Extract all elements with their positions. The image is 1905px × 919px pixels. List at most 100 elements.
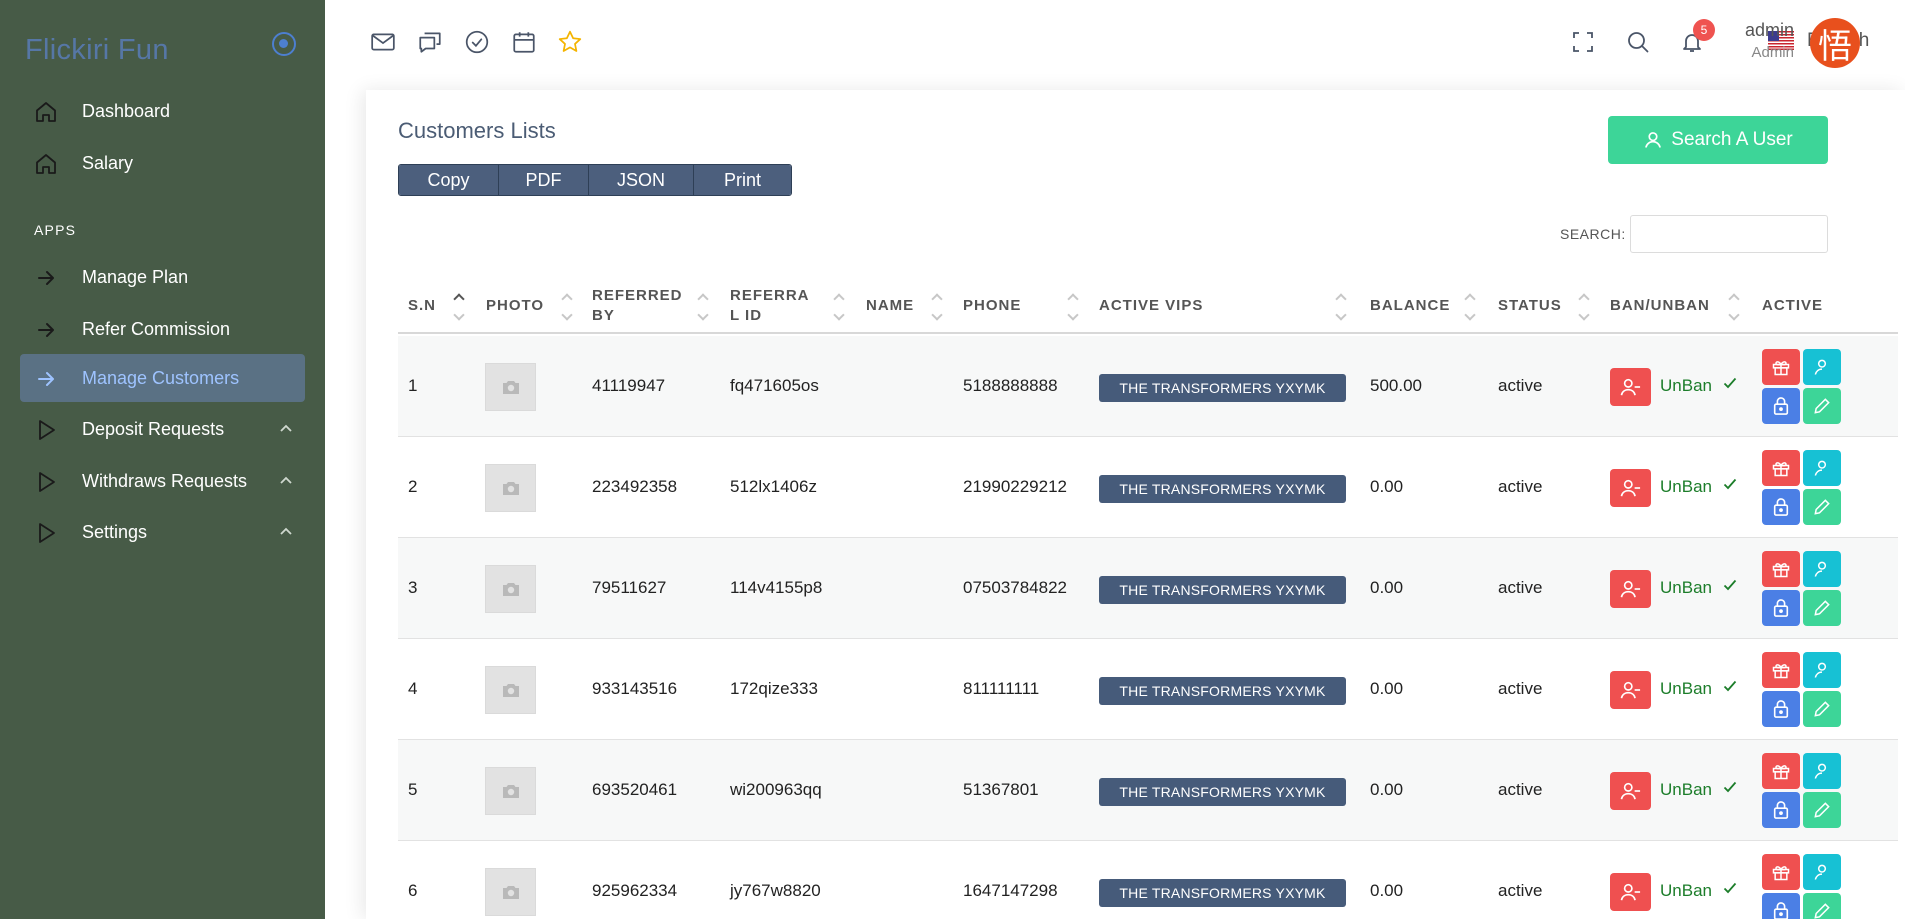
sort-icon[interactable] <box>834 292 844 322</box>
lock-button[interactable] <box>1762 489 1800 525</box>
header-sn[interactable]: S.N <box>408 278 436 334</box>
edit-button[interactable] <box>1803 691 1841 727</box>
copy-button[interactable]: Copy <box>399 165 499 195</box>
sort-icon[interactable] <box>698 292 708 322</box>
unban-link[interactable]: UnBan <box>1660 578 1737 598</box>
edit-button[interactable] <box>1803 590 1841 626</box>
gift-button[interactable] <box>1762 652 1800 688</box>
chat-icon[interactable] <box>417 29 443 55</box>
cell-referred-by: 223492358 <box>592 477 678 496</box>
chevron-up-icon[interactable] <box>279 475 293 485</box>
pencil-icon <box>1814 701 1830 717</box>
user-edit-button[interactable] <box>1803 753 1841 789</box>
ban-user-button[interactable] <box>1610 368 1651 406</box>
header-name[interactable]: NAME <box>866 278 914 334</box>
lock-button[interactable] <box>1762 590 1800 626</box>
sort-icon[interactable] <box>932 292 942 322</box>
sort-icon[interactable] <box>1579 292 1589 322</box>
header-phone[interactable]: PHONE <box>963 278 1021 334</box>
sort-icon[interactable] <box>562 292 572 322</box>
header-status[interactable]: STATUS <box>1498 278 1562 334</box>
edit-button[interactable] <box>1803 792 1841 828</box>
table-search-input[interactable] <box>1630 215 1828 253</box>
lock-button[interactable] <box>1762 388 1800 424</box>
gift-button[interactable] <box>1762 349 1800 385</box>
lock-button[interactable] <box>1762 691 1800 727</box>
ban-user-button[interactable] <box>1610 873 1651 911</box>
edit-button[interactable] <box>1803 489 1841 525</box>
sidebar-item-manage-plan[interactable]: Manage Plan <box>20 253 305 301</box>
user-edit-button[interactable] <box>1803 652 1841 688</box>
sidebar-toggle-icon[interactable] <box>272 32 296 56</box>
search-user-button[interactable]: Search A User <box>1608 116 1828 164</box>
unban-link[interactable]: UnBan <box>1660 679 1737 699</box>
header-referral-id[interactable]: REFERRA L ID <box>730 278 810 334</box>
unban-link[interactable]: UnBan <box>1660 881 1737 901</box>
ban-user-button[interactable] <box>1610 570 1651 608</box>
sidebar-section-label: APPS <box>34 222 77 238</box>
table-row: 1 41119947 fq471605os 5188888888 THE TRA… <box>398 336 1898 437</box>
unban-link[interactable]: UnBan <box>1660 780 1737 800</box>
header-active-vips[interactable]: ACTIVE VIPS <box>1099 278 1203 334</box>
ban-user-button[interactable] <box>1610 469 1651 507</box>
header-photo[interactable]: PHOTO <box>486 278 544 334</box>
sidebar-item-withdraws-requests[interactable]: Withdraws Requests <box>20 457 305 505</box>
print-button[interactable]: Print <box>694 165 791 195</box>
fullscreen-icon[interactable] <box>1571 30 1595 54</box>
check-icon <box>1723 377 1736 389</box>
ban-user-button[interactable] <box>1610 671 1651 709</box>
cell-sn: 6 <box>408 881 418 900</box>
sidebar-item-refer-commission[interactable]: Refer Commission <box>20 305 305 353</box>
cell-referral-id: wi200963qq <box>730 780 822 799</box>
sidebar-item-dashboard[interactable]: Dashboard <box>20 87 305 135</box>
gift-button[interactable] <box>1762 753 1800 789</box>
sort-icon[interactable] <box>1729 292 1739 322</box>
sort-icon[interactable] <box>454 292 464 322</box>
mail-icon[interactable] <box>370 29 396 55</box>
unban-link[interactable]: UnBan <box>1660 376 1737 396</box>
gift-icon <box>1772 664 1790 679</box>
header-ban-unban[interactable]: BAN/UNBAN <box>1610 278 1710 334</box>
cell-balance: 0.00 <box>1370 477 1404 496</box>
header-referred-by[interactable]: REFERRED BY <box>592 278 683 334</box>
sort-icon[interactable] <box>1465 292 1475 322</box>
brand-logo-text[interactable]: Flickiri Fun <box>25 34 169 67</box>
user-edit-button[interactable] <box>1803 854 1841 890</box>
sort-icon[interactable] <box>1336 292 1346 322</box>
header-balance[interactable]: BALANCE <box>1370 278 1450 334</box>
home-icon <box>36 102 56 122</box>
chevron-up-icon[interactable] <box>279 423 293 433</box>
unban-link[interactable]: UnBan <box>1660 477 1737 497</box>
user-name[interactable]: admin <box>1739 20 1794 41</box>
ban-user-button[interactable] <box>1610 772 1651 810</box>
calendar-icon[interactable] <box>511 29 537 55</box>
sidebar-item-salary[interactable]: Salary <box>20 139 305 187</box>
chevron-up-icon[interactable] <box>279 526 293 536</box>
sidebar-item-manage-customers[interactable]: Manage Customers <box>20 354 305 402</box>
edit-button[interactable] <box>1803 893 1841 919</box>
lock-button[interactable] <box>1762 792 1800 828</box>
header-active[interactable]: ACTIVE <box>1762 278 1823 334</box>
camera-icon <box>503 482 519 495</box>
edit-button[interactable] <box>1803 388 1841 424</box>
pdf-button[interactable]: PDF <box>499 165 589 195</box>
cell-status: active <box>1498 477 1543 496</box>
lock-icon <box>1773 397 1789 415</box>
vip-badge: THE TRANSFORMERS YXYMK <box>1099 879 1346 907</box>
gift-button[interactable] <box>1762 450 1800 486</box>
json-button[interactable]: JSON <box>589 165 694 195</box>
avatar[interactable]: 悟 <box>1810 18 1860 68</box>
sidebar-item-deposit-requests[interactable]: Deposit Requests <box>20 405 305 453</box>
user-edit-button[interactable] <box>1803 349 1841 385</box>
sort-icon[interactable] <box>1068 292 1078 322</box>
check-circle-icon[interactable] <box>464 29 490 55</box>
sidebar-item-settings[interactable]: Settings <box>20 508 305 556</box>
gift-button[interactable] <box>1762 854 1800 890</box>
user-edit-button[interactable] <box>1803 450 1841 486</box>
star-icon[interactable] <box>557 29 583 55</box>
home-icon <box>36 154 56 174</box>
gift-button[interactable] <box>1762 551 1800 587</box>
search-icon[interactable] <box>1626 30 1650 54</box>
user-edit-button[interactable] <box>1803 551 1841 587</box>
lock-button[interactable] <box>1762 893 1800 919</box>
